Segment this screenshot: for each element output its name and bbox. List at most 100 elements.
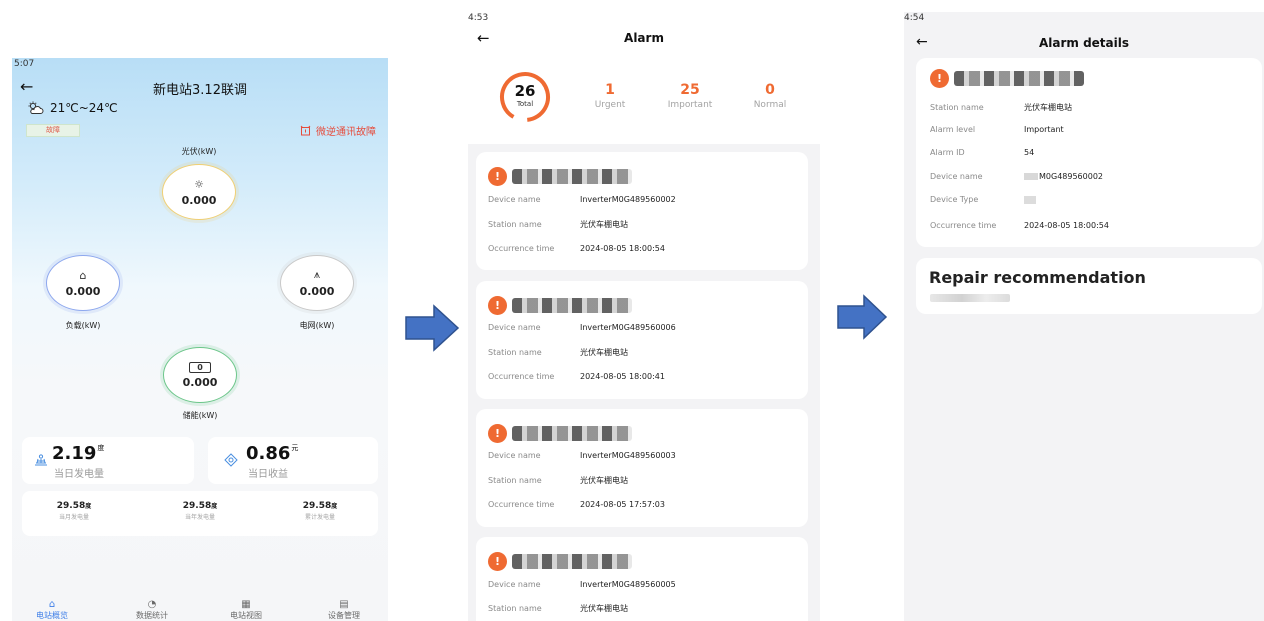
occurrence-time-value: 2024-08-05 18:00:41 bbox=[580, 372, 665, 381]
alarm-card-header: ! bbox=[488, 549, 638, 573]
alarm-detail-card: ! Station name 光伏车棚电站 Alarm level Importan… bbox=[916, 58, 1262, 247]
alarm-id-value: 54 bbox=[1024, 148, 1035, 157]
page-title: Alarm bbox=[624, 31, 664, 45]
station-name-value: 光伏车棚电站 bbox=[580, 220, 628, 229]
home-icon: ⌂ bbox=[48, 599, 56, 610]
pv-label: 光伏(kW) bbox=[181, 147, 217, 156]
battery-icon: 0 bbox=[189, 361, 211, 373]
alarm-card-header: ! bbox=[488, 421, 638, 445]
nav-station-overview[interactable]: ⌂ 电站概览 bbox=[12, 600, 92, 621]
important-count[interactable]: 25 Important bbox=[650, 82, 730, 110]
home-icon: ⌂ bbox=[79, 268, 87, 282]
warning-icon: ! bbox=[488, 551, 507, 571]
station-overview-screen: 5:07 ← 新电站3.12联调 21℃~24℃ 故障 微逆通讯故障 光伏(kW… bbox=[12, 58, 388, 621]
page-title: Alarm details bbox=[1038, 36, 1130, 50]
storage-value: 0.000 bbox=[182, 375, 218, 389]
redacted-recommendation-text bbox=[930, 294, 1010, 302]
nav-data-statistics[interactable]: ◔ 数据统计 bbox=[112, 600, 192, 621]
nav-device-management[interactable]: ▤ 设备管理 bbox=[304, 600, 384, 621]
alarm-list-screen: 4:53 ← Alarm 26 Total 1 Urgent 25 Import… bbox=[468, 12, 820, 621]
grid-icon: ▦ bbox=[241, 599, 251, 610]
pv-node[interactable]: ☼ 0.000 bbox=[162, 164, 236, 220]
device-name-value: InverterM0G489560002 bbox=[580, 195, 676, 204]
occurrence-time-value: 2024-08-05 17:57:03 bbox=[580, 500, 665, 509]
solar-panel-icon: ☼ bbox=[194, 177, 204, 191]
temperature-range: 21℃~24℃ bbox=[50, 101, 118, 115]
device-type-value bbox=[1024, 195, 1036, 204]
device-icon: ▤ bbox=[339, 599, 349, 610]
station-name-value: 光伏车棚电站 bbox=[580, 604, 628, 613]
alarm-detail-header: ! bbox=[930, 69, 1084, 88]
alarm-bell-icon bbox=[300, 125, 311, 136]
flow-arrow-right-icon bbox=[405, 304, 460, 352]
load-value: 0.000 bbox=[65, 284, 101, 298]
daily-revenue-value: 0.86元 bbox=[246, 443, 299, 464]
storage-node[interactable]: 0 0.000 bbox=[163, 347, 237, 403]
power-tower-icon: ⩚ bbox=[313, 268, 321, 281]
alarm-card[interactable]: ! Device name InverterM0G489560003 Statio… bbox=[476, 409, 808, 527]
yearly-generation: 29.58度 当年发电量 bbox=[182, 501, 218, 521]
device-name-value: InverterM0G489560006 bbox=[580, 323, 676, 332]
redacted-device-type bbox=[1024, 195, 1036, 204]
station-name-value: 光伏车棚电站 bbox=[580, 476, 628, 485]
revenue-coin-icon bbox=[224, 453, 238, 467]
alarm-card[interactable]: ! Device name InverterM0G489560002 Statio… bbox=[476, 152, 808, 270]
battery-value: 0 bbox=[197, 362, 203, 372]
device-name-value: InverterM0G489560005 bbox=[580, 580, 676, 589]
grid-value: 0.000 bbox=[299, 285, 335, 298]
nav-station-view[interactable]: ▦ 电站视图 bbox=[206, 600, 286, 621]
redacted-alarm-name bbox=[512, 297, 632, 313]
warning-icon: ! bbox=[930, 69, 949, 88]
redacted-alarm-name bbox=[512, 425, 632, 441]
storage-label: 储能(kW) bbox=[182, 411, 218, 420]
load-label: 负载(kW) bbox=[65, 321, 101, 330]
redacted-alarm-name bbox=[512, 168, 632, 184]
total-alarm-label: Total bbox=[516, 100, 534, 108]
warning-icon: ! bbox=[488, 166, 507, 186]
daily-generation-label: 当日发电量 bbox=[54, 469, 104, 480]
pie-chart-icon: ◔ bbox=[147, 599, 157, 610]
device-name-value: InverterM0G489560003 bbox=[580, 451, 676, 460]
solar-generation-icon bbox=[35, 454, 47, 466]
status-time: 4:53 bbox=[468, 13, 489, 23]
monthly-generation: 29.58度 当月发电量 bbox=[56, 501, 92, 521]
load-node[interactable]: ⌂ 0.000 bbox=[46, 255, 120, 311]
station-name-value: 光伏车棚电站 bbox=[580, 348, 628, 357]
grid-label: 电网(kW) bbox=[299, 321, 335, 330]
weather-info: 21℃~24℃ bbox=[28, 101, 118, 115]
daily-revenue-label: 当日收益 bbox=[248, 469, 288, 480]
alarm-card[interactable]: ! Device name InverterM0G489560006 Statio… bbox=[476, 281, 808, 399]
fault-badge: 故障 bbox=[26, 124, 80, 137]
alarm-card-header: ! bbox=[488, 293, 638, 317]
device-name-value: M0G489560002 bbox=[1024, 172, 1103, 181]
warning-icon: ! bbox=[488, 295, 507, 315]
alert-text: 微逆通讯故障 bbox=[316, 127, 376, 138]
occurrence-time-value: 2024-08-05 18:00:54 bbox=[1024, 221, 1109, 230]
normal-count[interactable]: 0 Normal bbox=[730, 82, 810, 110]
status-time: 5:07 bbox=[14, 59, 35, 69]
grid-node[interactable]: ⩚ 0.000 bbox=[280, 255, 354, 311]
generation-totals-card: 29.58度 当月发电量 29.58度 当年发电量 29.58度 累计发电量 bbox=[22, 491, 378, 536]
inverter-comm-alert[interactable]: 微逆通讯故障 bbox=[300, 123, 376, 138]
cumulative-generation: 29.58度 累计发电量 bbox=[302, 501, 338, 521]
redacted-alarm-name bbox=[954, 71, 1084, 86]
daily-revenue-card[interactable]: 0.86元 当日收益 bbox=[208, 437, 378, 484]
alarm-details-screen: 4:54 ← Alarm details ! Station name 光伏车棚电… bbox=[904, 12, 1264, 621]
redacted-prefix bbox=[1024, 173, 1038, 180]
status-time: 4:54 bbox=[904, 13, 925, 23]
total-alarm-count: 26 bbox=[514, 82, 536, 100]
alarm-card-header: ! bbox=[488, 164, 638, 188]
alarm-card[interactable]: ! Device name InverterM0G489560005 Statio… bbox=[476, 537, 808, 621]
station-name-value: 光伏车棚电站 bbox=[1024, 103, 1072, 112]
flow-arrow-right-icon bbox=[837, 294, 888, 340]
daily-generation-card[interactable]: 2.19度 当日发电量 bbox=[22, 437, 194, 484]
urgent-count[interactable]: 1 Urgent bbox=[570, 82, 650, 110]
repair-recommendation-title: Repair recommendation bbox=[929, 268, 1146, 287]
daily-generation-value: 2.19度 bbox=[52, 443, 105, 464]
repair-recommendation-card: Repair recommendation bbox=[916, 258, 1262, 314]
warning-icon: ! bbox=[488, 423, 507, 443]
redacted-alarm-name bbox=[512, 553, 632, 569]
pv-value: 0.000 bbox=[181, 193, 217, 207]
alarm-level-value: Important bbox=[1024, 125, 1064, 134]
cloudy-sun-icon bbox=[28, 101, 44, 114]
